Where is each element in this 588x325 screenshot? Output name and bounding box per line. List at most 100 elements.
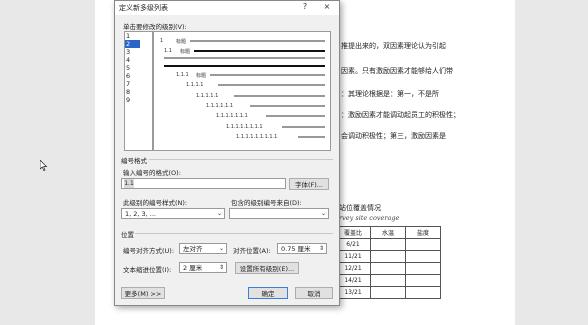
close-icon[interactable]: × xyxy=(321,2,333,11)
define-multilevel-list-dialog: 定义新多级列表 ? × 单击要修改的级别(V): 1 2 3 4 5 6 7 8… xyxy=(114,0,340,306)
preview-row: 1.1.1.1.1.1 xyxy=(206,103,325,109)
preview-line xyxy=(282,126,325,128)
include-level-select[interactable]: ⌄ xyxy=(229,208,329,219)
level-item[interactable]: 6 xyxy=(125,72,152,80)
preview-number: 1.1.1.1.1.1.1.1.1 xyxy=(236,134,278,140)
more-button[interactable]: 更多(M) >> xyxy=(121,287,165,299)
preview-tag: 标题 xyxy=(176,39,187,45)
table-cell: 14/21 xyxy=(335,274,371,287)
table-cell: 13/21 xyxy=(335,286,371,299)
preview-row: 1.1.1.1.1.1.1 xyxy=(216,113,325,119)
ok-button[interactable]: 确定 xyxy=(248,287,288,299)
doc-table: 覆盖比 水温 盐度 6/21 11/21 12/21 14/21 13/21 xyxy=(335,226,441,299)
doc-line-3: ：其理论根据是：第一，不是所 xyxy=(341,90,439,98)
doc-line-5: 会调动积极性；第三，激励因素是 xyxy=(341,132,446,140)
cancel-button[interactable]: 取消 xyxy=(295,287,333,299)
enter-format-label: 输入编号的格式(O): xyxy=(123,169,181,177)
help-icon[interactable]: ? xyxy=(299,2,311,11)
align-label: 编号对齐方式(U): xyxy=(123,247,175,255)
preview-line xyxy=(234,95,325,97)
chevron-down-icon[interactable]: ⌄ xyxy=(319,209,328,218)
align-at-label: 对齐位置(A): xyxy=(233,247,271,255)
preview-line xyxy=(266,115,325,117)
table-cell: 6/21 xyxy=(335,238,371,251)
number-style-value: 1, 2, 3, ... xyxy=(125,210,157,218)
align-select[interactable]: 左对齐 ⌄ xyxy=(179,243,227,254)
number-format-value: 1.1 xyxy=(124,179,134,188)
dialog-title: 定义新多级列表 xyxy=(119,4,168,12)
indent-value: 2 厘米 xyxy=(183,264,203,272)
table-cell: 12/21 xyxy=(335,262,371,275)
preview-number: 1.1 xyxy=(164,48,172,54)
level-item[interactable]: 9 xyxy=(125,96,152,104)
preview-line xyxy=(298,136,325,138)
number-format-section-label: 编号格式 xyxy=(121,157,147,165)
preview-row xyxy=(164,63,325,69)
dialog-titlebar[interactable]: 定义新多级列表 ? × xyxy=(115,1,339,15)
level-item-selected[interactable]: 2 xyxy=(125,40,140,48)
preview-number: 1 xyxy=(160,38,164,44)
preview-tag: 标题 xyxy=(180,49,191,55)
spinner-icon[interactable]: ⇕ xyxy=(317,244,326,253)
level-item[interactable]: 7 xyxy=(125,80,152,88)
preview-number: 1.1.1.1 xyxy=(186,82,204,88)
table-cell: 11/21 xyxy=(335,250,371,263)
table-header-cell: 水温 xyxy=(370,226,406,239)
align-at-spinner[interactable]: 0.75 厘米 ⇕ xyxy=(277,243,327,254)
level-item[interactable]: 1 xyxy=(125,32,152,40)
preview-row: 1.1.1 标题 xyxy=(176,72,325,79)
section-divider xyxy=(135,233,333,234)
indent-label: 文本缩进位置(I): xyxy=(123,266,172,274)
preview-line xyxy=(218,84,325,86)
doc-line-4: ：激励因素才能调动起员工的积极性； xyxy=(341,111,460,119)
table-header-cell: 覆盖比 xyxy=(335,226,371,239)
doc-table-title: 站位覆盖情况 xyxy=(339,204,381,212)
doc-line-2: 因素。只有激励因素才能够给人们带 xyxy=(341,67,453,75)
preview-row xyxy=(164,55,325,61)
level-list[interactable]: 1 2 3 4 5 6 7 8 9 xyxy=(124,31,153,151)
preview-row: 1.1.1.1 xyxy=(186,82,325,88)
level-item[interactable]: 4 xyxy=(125,56,152,64)
include-level-label: 包含的级别编号来自(D): xyxy=(231,199,302,207)
preview-line xyxy=(210,74,325,76)
indent-spinner[interactable]: 2 厘米 ⇕ xyxy=(179,262,227,273)
preview-row: 1.1.1.1.1.1.1.1.1 xyxy=(236,134,325,140)
number-style-label: 此级别的编号样式(N): xyxy=(123,199,188,207)
preview-number: 1.1.1.1.1.1.1 xyxy=(216,113,248,119)
preview-line xyxy=(194,50,325,52)
preview-row: 1.1 标题 xyxy=(164,48,325,55)
table-header-cell: 盐度 xyxy=(405,226,441,239)
align-value: 左对齐 xyxy=(183,245,203,253)
preview-line xyxy=(164,65,325,67)
chevron-down-icon[interactable]: ⌄ xyxy=(215,209,224,218)
preview-number: 1.1.1 xyxy=(176,72,189,78)
align-at-value: 0.75 厘米 xyxy=(281,245,311,253)
doc-table-subtitle: rvey site coverage xyxy=(339,214,400,222)
workspace-background-right xyxy=(515,0,588,325)
doc-line-1: 推提出来的，双因素理论认为引起 xyxy=(341,42,446,50)
number-style-select[interactable]: 1, 2, 3, ... ⌄ xyxy=(121,208,225,219)
preview-number: 1.1.1.1.1.1 xyxy=(206,103,234,109)
preview-row: 1 标题 xyxy=(160,38,325,45)
preview-row: 1.1.1.1.1.1.1.1 xyxy=(226,124,325,130)
position-section-label: 位置 xyxy=(121,231,134,239)
chevron-down-icon[interactable]: ⌄ xyxy=(217,244,226,253)
mouse-pointer-icon xyxy=(40,160,48,171)
section-divider xyxy=(149,159,333,160)
spinner-icon[interactable]: ⇕ xyxy=(217,263,226,272)
level-item[interactable]: 3 xyxy=(125,48,152,56)
font-button[interactable]: 字体(F)... xyxy=(289,178,329,190)
preview-number: 1.1.1.1.1 xyxy=(196,93,219,99)
preview-line xyxy=(164,57,325,59)
preview-row: 1.1.1.1.1 xyxy=(196,93,325,99)
level-item[interactable]: 8 xyxy=(125,88,152,96)
level-list-label: 单击要修改的级别(V): xyxy=(123,23,187,31)
preview-tag: 标题 xyxy=(196,73,207,79)
level-item[interactable]: 5 xyxy=(125,64,152,72)
set-all-levels-button[interactable]: 设置所有级别(E)... xyxy=(235,262,299,274)
preview-line xyxy=(190,40,325,42)
number-format-input[interactable]: 1.1 xyxy=(121,178,286,189)
list-preview: 1 标题 1.1 标题 1.1.1 标题 1.1.1.1 1.1.1.1.1 1… xyxy=(153,31,331,151)
preview-line xyxy=(250,105,325,107)
preview-number: 1.1.1.1.1.1.1.1 xyxy=(226,124,263,130)
